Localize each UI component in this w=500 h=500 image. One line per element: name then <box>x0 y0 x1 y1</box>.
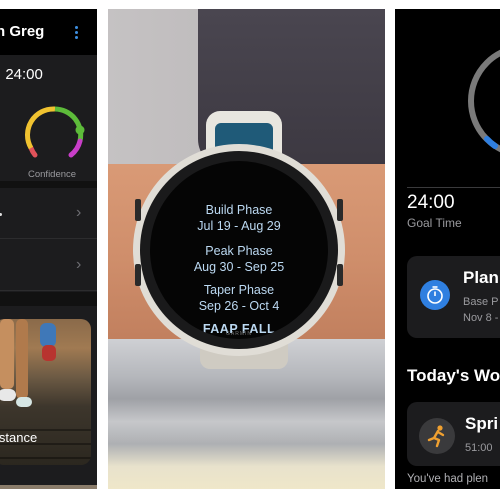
ring-progress <box>484 136 498 149</box>
plan-dates: Nov 8 - <box>463 312 499 324</box>
goal-time-label: Goal Time <box>407 216 462 230</box>
workout-card[interactable]: Spri 51:00 <box>407 402 500 466</box>
todays-workout-heading: Today's Wo <box>407 366 500 385</box>
right-app-screen: 24:00 Goal Time Plan Base P Nov 8 - Toda… <box>395 9 500 489</box>
watch-brand-label: GARMIN <box>226 331 252 337</box>
watch-button <box>337 264 343 286</box>
watch-button <box>135 264 141 286</box>
header-title: n Greg <box>0 23 45 40</box>
phase-block: Peak Phase Aug 30 - Sep 25 <box>150 243 328 275</box>
gauge-segment-yellow <box>25 106 56 150</box>
gauge-indicator <box>75 125 85 135</box>
plan-title: Plan <box>463 268 499 287</box>
phase-block: Taper Phase Sep 26 - Oct 4 <box>150 282 328 314</box>
app-header: n Greg <box>0 9 97 55</box>
card-caption: istance <box>0 430 38 445</box>
list-row[interactable]: › <box>0 189 97 239</box>
plan-card[interactable]: Plan Base P Nov 8 - <box>407 256 500 338</box>
phase-dates: Aug 30 - Sep 25 <box>193 260 285 274</box>
goal-time-value: 24:00 <box>407 192 455 213</box>
plan-phase: Base P <box>463 296 499 308</box>
phase-name: Taper Phase <box>203 283 275 297</box>
workout-note: You've had plen <box>407 473 489 485</box>
list-row[interactable]: › <box>0 241 97 291</box>
row-text-fragment <box>0 213 2 216</box>
phase-dates: Sep 26 - Oct 4 <box>198 299 280 313</box>
workout-duration: 51:00 <box>465 442 493 454</box>
runner-icon <box>419 418 455 454</box>
section-divider <box>0 292 97 306</box>
gauge-segment-green <box>54 106 84 142</box>
chevron-right-icon: › <box>76 204 82 221</box>
phase-name: Peak Phase <box>205 244 273 258</box>
watch-button <box>135 199 141 221</box>
watch-button <box>337 199 343 221</box>
more-options-icon[interactable] <box>75 26 79 42</box>
next-card-edge <box>0 485 97 489</box>
workout-title: Spri <box>465 414 499 433</box>
left-app-screen: n Greg : 24:00 Confidence › › istance <box>0 9 97 489</box>
phase-dates: Jul 19 - Aug 29 <box>197 219 281 233</box>
confidence-label: Confidence <box>28 169 77 180</box>
divider <box>407 187 500 188</box>
confidence-gauge <box>25 106 85 158</box>
chevron-right-icon: › <box>76 256 82 273</box>
gauge-segment-red <box>28 145 38 158</box>
watch-display: Build Phase Jul 19 - Aug 29 Peak Phase A… <box>150 161 328 339</box>
gauge-segment-magenta <box>68 138 83 158</box>
phase-name: Build Phase <box>205 203 273 217</box>
section-divider <box>0 181 97 188</box>
stopwatch-icon <box>420 280 450 310</box>
goal-text: : 24:00 <box>0 66 43 83</box>
progress-ring <box>468 49 500 153</box>
watch-photo: Build Phase Jul 19 - Aug 29 Peak Phase A… <box>108 9 385 489</box>
phase-block: Build Phase Jul 19 - Aug 29 <box>150 202 328 234</box>
